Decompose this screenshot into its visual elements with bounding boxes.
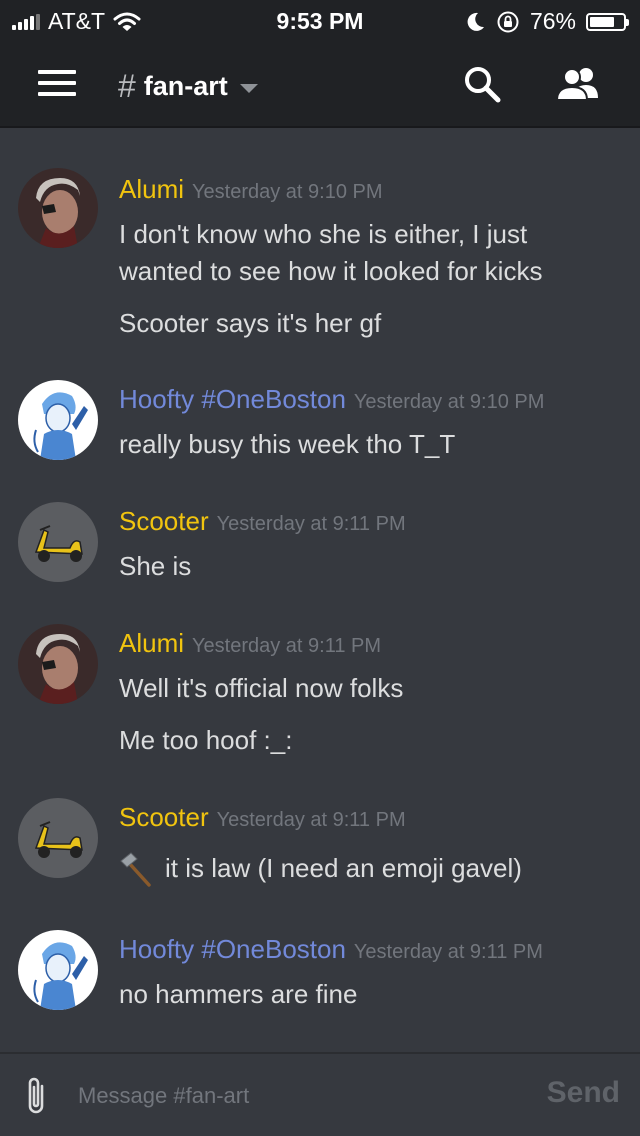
avatar-scooter-image [18,502,98,582]
message-text: it is law (I need an emoji gavel) [165,853,522,883]
avatar-hoofty[interactable] [18,930,98,1010]
channel-selector[interactable]: # fan-art [118,68,258,105]
battery-icon [586,12,629,31]
battery-percent: 76% [529,8,576,34]
avatar-scooter[interactable] [18,502,98,582]
message-composer: Send [0,1052,640,1136]
timestamp: Yesterday at 9:10 PM [192,181,383,203]
message-input[interactable] [76,1072,520,1120]
message-text: Me too hoof :_: [119,725,293,755]
message-text: Scooter says it's her gf [119,308,382,338]
message-text: really busy this week tho T_T [119,429,456,459]
message-header: Scooter Yesterday at 9:11 PM [119,802,406,833]
message-list[interactable]: Alumi Yesterday at 9:10 PM I don't know … [0,130,640,1050]
members-icon[interactable] [554,62,604,106]
hammer-emoji-icon [120,851,151,887]
rotation-lock-icon [497,11,519,32]
message-header: Scooter Yesterday at 9:11 PM [119,506,406,537]
channel-header: # fan-art [0,40,640,128]
status-right-group: 76% [466,8,629,35]
menu-icon[interactable] [38,70,76,96]
message-header: Hoofty #OneBoston Yesterday at 9:10 PM [119,384,544,415]
message-text: Well it's official now folks [119,673,404,703]
status-bar: AT&T 9:53 PM 76% [0,0,640,40]
avatar-alumi[interactable] [18,624,98,704]
timestamp: Yesterday at 9:10 PM [353,391,545,413]
timestamp: Yesterday at 9:11 PM [192,635,382,657]
moon-icon [467,12,484,31]
search-icon[interactable] [460,62,504,106]
author-name[interactable]: Scooter [119,802,209,833]
message-text: She is [119,551,192,581]
message-header: Alumi Yesterday at 9:10 PM [119,174,383,205]
avatar-scooter-image [18,798,98,878]
avatar-hoofty-image [18,380,98,460]
author-name[interactable]: Alumi [119,174,184,205]
avatar-alumi[interactable] [18,168,98,248]
avatar-alumi-image [18,624,98,704]
message-text: wanted to see how it looked for kicks [119,256,543,286]
message-text: no hammers are fine [119,979,358,1009]
message-line-with-emoji: it is law (I need an emoji gavel) [119,850,522,887]
hash-icon: # [118,68,136,104]
avatar-alumi-image [18,168,98,248]
send-button[interactable]: Send [547,1076,620,1110]
avatar-scooter[interactable] [18,798,98,878]
timestamp: Yesterday at 9:11 PM [216,809,406,831]
avatar-hoofty-image [18,930,98,1010]
timestamp: Yesterday at 9:11 PM [216,513,406,535]
author-name[interactable]: Scooter [119,506,209,537]
timestamp: Yesterday at 9:11 PM [353,941,543,963]
message-text: I don't know who she is either, I just [119,219,528,249]
paperclip-icon[interactable] [22,1074,52,1118]
message-header: Alumi Yesterday at 9:11 PM [119,628,381,659]
message-header: Hoofty #OneBoston Yesterday at 9:11 PM [119,934,543,965]
caret-down-icon [239,84,258,93]
author-name[interactable]: Hoofty #OneBoston [119,384,346,415]
avatar-hoofty[interactable] [18,380,98,460]
author-name[interactable]: Hoofty #OneBoston [119,934,346,965]
channel-name: fan-art [143,71,228,101]
author-name[interactable]: Alumi [119,628,184,659]
